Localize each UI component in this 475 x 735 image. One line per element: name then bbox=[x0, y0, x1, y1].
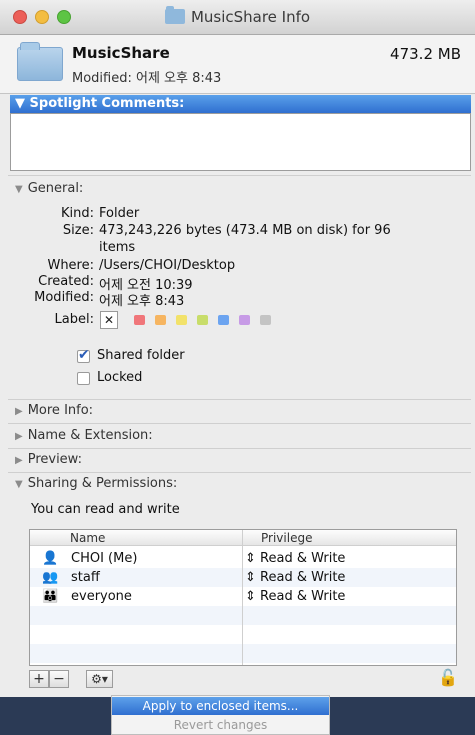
where-row: Where: /Users/CHOI/Desktop bbox=[0, 258, 475, 275]
general-section-header[interactable]: ▼ General: bbox=[15, 181, 83, 196]
column-header-name[interactable]: Name bbox=[30, 530, 242, 546]
privilege-popup[interactable]: ⇕ Read & Write bbox=[245, 589, 345, 604]
locked-label: Locked bbox=[97, 370, 143, 385]
locked-checkbox[interactable] bbox=[77, 372, 90, 385]
add-user-button[interactable]: + bbox=[29, 670, 49, 688]
single-user-icon: 👤 bbox=[42, 551, 59, 566]
table-row[interactable]: 👥 staff ⇕ Read & Write bbox=[30, 568, 456, 587]
disclosure-down-icon: ▼ bbox=[15, 184, 23, 195]
spotlight-comments-field[interactable] bbox=[10, 113, 471, 171]
label-green-swatch[interactable] bbox=[197, 315, 208, 325]
revert-changes-menu-item[interactable]: Revert changes bbox=[112, 716, 329, 734]
user-name: staff bbox=[71, 570, 100, 585]
action-menu: Apply to enclosed items... Revert change… bbox=[111, 695, 330, 735]
column-divider bbox=[242, 530, 243, 665]
lock-icon[interactable]: 🔓 bbox=[438, 668, 458, 687]
more-info-title: More Info: bbox=[27, 403, 94, 418]
title-bar[interactable]: MusicShare Info bbox=[0, 0, 475, 35]
table-row-empty bbox=[30, 644, 456, 663]
where-key: Where: bbox=[47, 258, 94, 273]
folder-icon bbox=[17, 42, 63, 81]
kind-key: Kind: bbox=[60, 206, 94, 221]
disclosure-right-icon: ▶ bbox=[15, 455, 23, 466]
label-row: Label: bbox=[0, 312, 475, 329]
size-value: 473,243,226 bytes (473.4 MB on disk) for… bbox=[99, 223, 391, 238]
where-value: /Users/CHOI/Desktop bbox=[99, 258, 236, 273]
kind-row: Kind: Folder bbox=[0, 206, 475, 223]
info-window: MusicShare Info MusicShare Modified: 어제 … bbox=[0, 0, 475, 697]
privilege-popup[interactable]: ⇕ Read & Write bbox=[245, 570, 345, 585]
kind-value: Folder bbox=[99, 206, 140, 221]
table-row[interactable]: 👤 CHOI (Me) ⇕ Read & Write bbox=[30, 549, 456, 568]
name-extension-section-header[interactable]: ▶ Name & Extension: bbox=[15, 428, 153, 443]
gear-action-button[interactable]: ⚙▾ bbox=[86, 670, 113, 688]
privilege-popup[interactable]: ⇕ Read & Write bbox=[245, 551, 345, 566]
column-header-privilege[interactable]: Privilege bbox=[243, 530, 456, 546]
shared-folder-checkbox[interactable] bbox=[77, 347, 90, 363]
sharing-title: Sharing & Permissions: bbox=[27, 476, 178, 491]
privilege-value: Read & Write bbox=[260, 570, 346, 585]
label-gray-swatch[interactable] bbox=[260, 315, 271, 325]
spotlight-comments-header[interactable]: ▼ Spotlight Comments: bbox=[10, 95, 471, 113]
divider bbox=[8, 423, 471, 424]
created-row: Created: 어제 오전 10:39 bbox=[0, 274, 475, 293]
user-name: CHOI (Me) bbox=[71, 551, 138, 566]
item-size: 473.2 MB bbox=[390, 45, 461, 63]
divider bbox=[8, 472, 471, 473]
modified-key: Modified: bbox=[34, 290, 94, 305]
preview-section-header[interactable]: ▶ Preview: bbox=[15, 452, 82, 467]
group-icon: 👥 bbox=[42, 570, 59, 585]
item-name: MusicShare bbox=[72, 44, 170, 62]
size-row: Size: 473,243,226 bytes (473.4 MB on dis… bbox=[0, 223, 475, 257]
disclosure-right-icon: ▶ bbox=[15, 406, 23, 417]
item-modified: Modified: 어제 오후 8:43 bbox=[72, 71, 222, 86]
table-row[interactable]: 👪 everyone ⇕ Read & Write bbox=[30, 587, 456, 606]
name-extension-title: Name & Extension: bbox=[27, 428, 153, 443]
spotlight-comments-title: Spotlight Comments: bbox=[29, 96, 185, 111]
folder-icon bbox=[164, 6, 185, 24]
privilege-value: Read & Write bbox=[260, 551, 346, 566]
modified-row: Modified: 어제 오후 8:43 bbox=[0, 290, 475, 309]
window-title: MusicShare Info bbox=[0, 6, 475, 26]
modified-value: 어제 오후 8:43 bbox=[99, 294, 185, 309]
preview-title: Preview: bbox=[27, 452, 82, 467]
permissions-table[interactable]: Name Privilege 👤 CHOI (Me) ⇕ Read & Writ… bbox=[29, 529, 457, 666]
user-name: everyone bbox=[71, 589, 132, 604]
permission-note: You can read and write bbox=[31, 502, 180, 517]
label-orange-swatch[interactable] bbox=[155, 315, 166, 325]
apply-to-enclosed-menu-item[interactable]: Apply to enclosed items... bbox=[112, 697, 329, 715]
label-yellow-swatch[interactable] bbox=[176, 315, 187, 325]
divider bbox=[8, 448, 471, 449]
label-key: Label: bbox=[54, 312, 94, 327]
size-key: Size: bbox=[62, 223, 94, 238]
label-red-swatch[interactable] bbox=[134, 315, 145, 325]
privilege-value: Read & Write bbox=[260, 589, 346, 604]
size-value-cont: items bbox=[99, 240, 136, 255]
created-key: Created: bbox=[38, 274, 94, 289]
everyone-icon: 👪 bbox=[42, 589, 59, 604]
disclosure-down-icon: ▼ bbox=[15, 479, 23, 490]
label-none-button[interactable]: ✕ bbox=[100, 311, 118, 329]
info-header: MusicShare Modified: 어제 오후 8:43 473.2 MB bbox=[0, 35, 475, 94]
divider bbox=[8, 399, 471, 400]
divider bbox=[8, 175, 471, 176]
disclosure-right-icon: ▶ bbox=[15, 431, 23, 442]
disclosure-down-icon: ▼ bbox=[15, 96, 25, 111]
label-blue-swatch[interactable] bbox=[218, 315, 229, 325]
sharing-section-header[interactable]: ▼ Sharing & Permissions: bbox=[15, 476, 177, 491]
general-title: General: bbox=[27, 181, 84, 196]
label-purple-swatch[interactable] bbox=[239, 315, 250, 325]
more-info-section-header[interactable]: ▶ More Info: bbox=[15, 403, 93, 418]
remove-user-button[interactable]: − bbox=[49, 670, 69, 688]
shared-folder-label: Shared folder bbox=[97, 348, 185, 363]
window-title-text: MusicShare Info bbox=[190, 8, 311, 26]
table-row-empty bbox=[30, 606, 456, 625]
